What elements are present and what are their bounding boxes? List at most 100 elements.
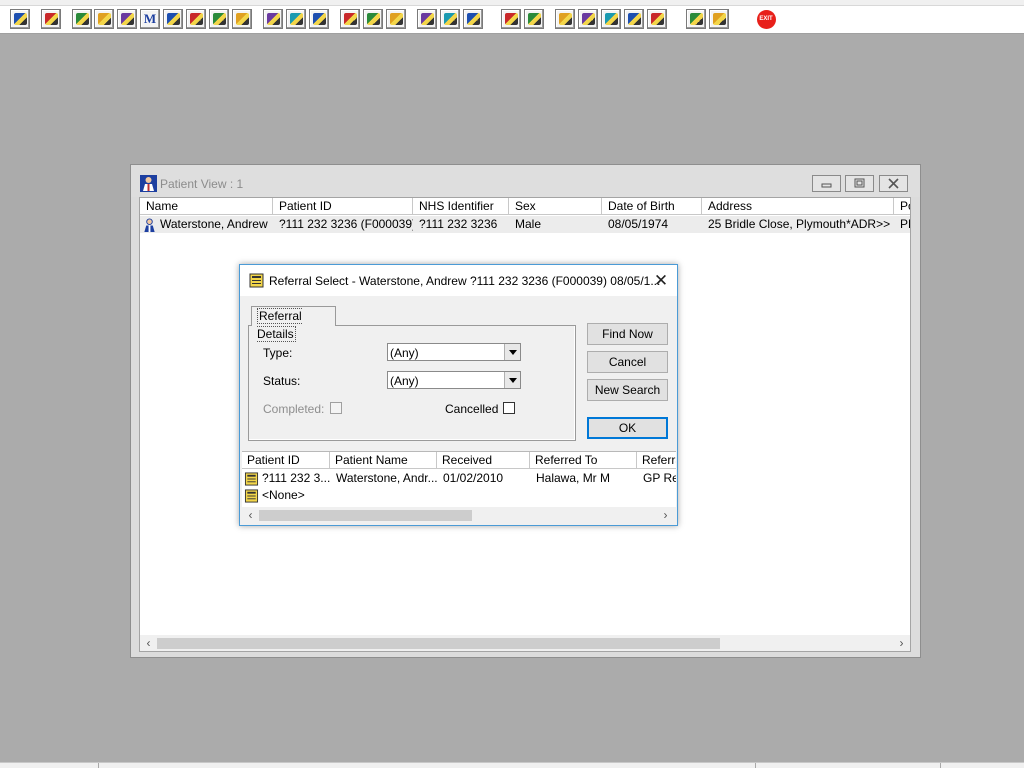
magnifier-icon	[266, 13, 280, 25]
column-header[interactable]: Po	[894, 198, 910, 215]
patient-list-hscrollbar[interactable]: ‹ ›	[140, 635, 910, 651]
list-item[interactable]: ?111 232 3... Waterstone, Andr... 01/02/20…	[242, 470, 676, 487]
list-item[interactable]: <None>	[242, 487, 442, 504]
note-yellow-icon	[420, 13, 434, 25]
dialog-close-icon[interactable]: ✕	[649, 270, 673, 292]
referral-icon	[244, 472, 259, 486]
patient-view-title: Patient View : 1	[160, 177, 244, 191]
menu-strip	[0, 0, 1024, 6]
swap-button[interactable]	[686, 9, 706, 29]
column-header[interactable]: Received	[437, 452, 530, 469]
table-cell: Halawa, Mr M	[536, 471, 611, 485]
card-arrow-button[interactable]	[232, 9, 252, 29]
table-cell: ?111 232 3236 (F000039)	[279, 217, 413, 231]
cancel-button[interactable]: Cancel	[587, 351, 668, 373]
mail-green-button[interactable]	[624, 9, 644, 29]
table-cell: 08/05/1974	[608, 217, 669, 231]
exit-button[interactable]: EXIT	[756, 9, 776, 29]
referral-select-dialog: Referral Select - Waterstone, Andrew ?11…	[239, 264, 678, 526]
column-header[interactable]: Referred To	[530, 452, 637, 469]
document-icon	[504, 13, 518, 25]
globe-button[interactable]	[555, 9, 575, 29]
printer-button[interactable]	[41, 9, 61, 29]
card-button[interactable]	[209, 9, 229, 29]
dialog-titlebar[interactable]: Referral Select - Waterstone, Andrew ?11…	[240, 265, 677, 296]
scroll-left-icon[interactable]: ‹	[242, 507, 259, 523]
m-button[interactable]: M	[140, 9, 160, 29]
patient-icon	[140, 175, 157, 192]
table-cell: PL	[900, 217, 910, 231]
scroll-thumb[interactable]	[259, 510, 472, 521]
document-button[interactable]	[501, 9, 521, 29]
referral-results-list[interactable]: Patient ID Patient Name Received Referred T…	[242, 451, 676, 523]
book-button[interactable]	[72, 9, 92, 29]
status-select[interactable]: (Any)	[387, 371, 521, 389]
mail-refresh-button[interactable]	[647, 9, 667, 29]
status-bar	[0, 762, 1024, 768]
tab-referral-details[interactable]: Referral Details	[251, 306, 336, 342]
patient-view-titlebar[interactable]: Patient View : 1	[131, 165, 920, 197]
cancelled-checkbox[interactable]	[503, 402, 515, 414]
referral-list-hscrollbar[interactable]: ‹ ›	[242, 507, 676, 523]
table-cell: 01/02/2010	[443, 471, 504, 485]
column-header[interactable]: Sex	[509, 198, 602, 215]
m-icon: M	[143, 11, 157, 26]
screen-doc-button[interactable]	[363, 9, 383, 29]
table-cell: Male	[515, 217, 542, 231]
swap-icon	[689, 13, 703, 25]
scroll-thumb[interactable]	[157, 638, 720, 649]
doctor-icon	[166, 13, 180, 25]
bed-button[interactable]	[440, 9, 460, 29]
table-cell: GP Re	[643, 471, 676, 485]
bar-chart-button[interactable]	[524, 9, 544, 29]
ambulance-button[interactable]	[463, 9, 483, 29]
completed-checkbox[interactable]	[330, 402, 342, 414]
column-header[interactable]: Address	[702, 198, 894, 215]
circle-arrow-button[interactable]	[386, 9, 406, 29]
ok-button[interactable]: OK	[587, 417, 668, 439]
list-button[interactable]	[117, 9, 137, 29]
clock-button[interactable]	[286, 9, 306, 29]
close-button[interactable]	[879, 175, 908, 192]
column-header[interactable]: Date of Birth	[602, 198, 702, 215]
screen-doc-icon	[366, 13, 380, 25]
scroll-right-icon[interactable]: ›	[893, 635, 910, 651]
exit-icon: EXIT	[756, 9, 776, 29]
minimize-icon	[821, 183, 832, 188]
minimize-button[interactable]	[812, 175, 841, 192]
type-select[interactable]: (Any)	[387, 343, 521, 361]
find-now-button[interactable]: Find Now	[587, 323, 668, 345]
column-header[interactable]: Patient ID	[273, 198, 413, 215]
warning-button[interactable]	[709, 9, 729, 29]
chevron-down-icon[interactable]	[504, 372, 520, 388]
table-cell: <None>	[242, 487, 442, 504]
scroll-left-icon[interactable]: ‹	[140, 635, 157, 651]
column-header[interactable]: Referra	[637, 452, 676, 469]
scroll-right-icon[interactable]: ›	[657, 507, 674, 523]
bar-chart-icon	[527, 13, 541, 25]
column-header[interactable]: Patient ID	[242, 452, 330, 469]
book-icon	[75, 13, 89, 25]
new-search-button[interactable]: New Search	[587, 379, 668, 401]
table-row[interactable]: Waterstone, Andrew ?111 232 3236 (F000039…	[140, 216, 910, 233]
doctor-button[interactable]	[163, 9, 183, 29]
table-cell: ?111 232 3236	[419, 217, 498, 231]
magnifier-button[interactable]	[263, 9, 283, 29]
list-icon	[120, 13, 134, 25]
note-yellow-button[interactable]	[417, 9, 437, 29]
referral-list-header: Patient ID Patient Name Received Referred T…	[242, 452, 676, 469]
restore-button[interactable]	[845, 175, 874, 192]
patient-button[interactable]	[10, 9, 30, 29]
patient-icon	[144, 218, 155, 232]
monitor-button[interactable]	[309, 9, 329, 29]
column-header[interactable]: Name	[140, 198, 273, 215]
chevron-down-icon[interactable]	[504, 344, 520, 360]
mail-check-button[interactable]	[601, 9, 621, 29]
mail-down-button[interactable]	[578, 9, 598, 29]
notes-button[interactable]	[186, 9, 206, 29]
folder-edit-button[interactable]	[94, 9, 114, 29]
column-header[interactable]: NHS Identifier	[413, 198, 509, 215]
column-header[interactable]: Patient Name	[330, 452, 437, 469]
screen-person-button[interactable]	[340, 9, 360, 29]
ambulance-icon	[466, 13, 480, 25]
